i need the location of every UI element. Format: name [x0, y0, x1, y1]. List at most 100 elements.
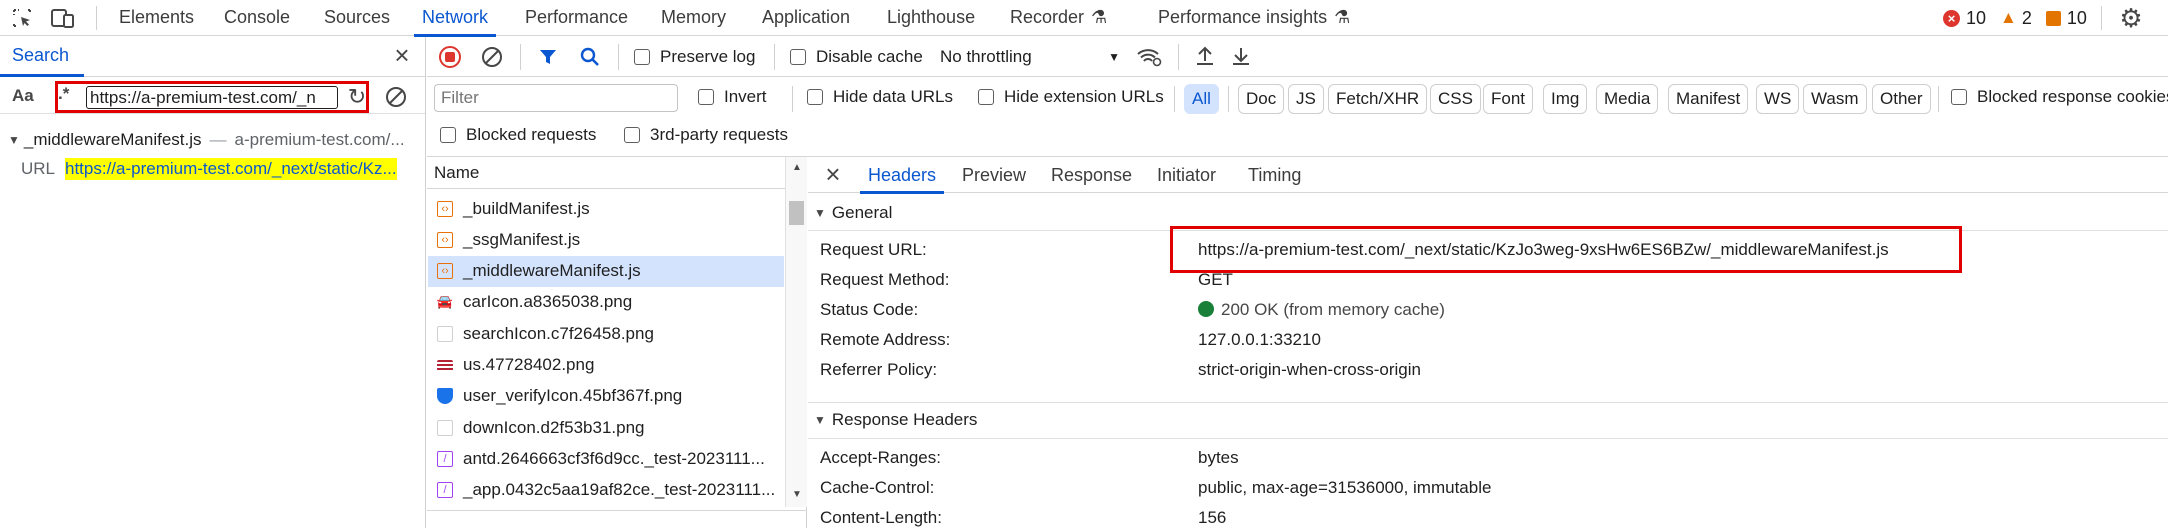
request-row[interactable]: downIcon.d2f53b31.png — [428, 412, 784, 443]
tab-performance-insights-label: Performance insights — [1158, 7, 1328, 27]
settings-gear-icon[interactable]: ⚙ — [2118, 3, 2144, 33]
request-row[interactable]: ‹› _middlewareManifest.js — [428, 255, 784, 287]
throttling-select[interactable]: No throttling ▼ — [940, 47, 1120, 67]
result-separator: — — [209, 130, 227, 149]
request-row[interactable]: searchIcon.c7f26458.png — [428, 318, 784, 349]
request-name: carIcon.a8365038.png — [463, 292, 633, 312]
search-panel-title[interactable]: Search — [12, 45, 69, 66]
tab-initiator[interactable]: Initiator — [1157, 157, 1216, 193]
tab-memory[interactable]: Memory — [661, 0, 726, 36]
tab-elements[interactable]: Elements — [119, 0, 194, 36]
tab-application[interactable]: Application — [762, 0, 850, 36]
request-row[interactable]: / _app.0432c5aa19af82ce._test-2023111... — [428, 475, 784, 506]
scroll-down-icon[interactable]: ▼ — [792, 489, 802, 500]
divider — [2101, 6, 2102, 30]
tab-sources[interactable]: Sources — [324, 0, 390, 36]
stop-recording-icon[interactable] — [438, 45, 462, 69]
filter-img[interactable]: Img — [1543, 84, 1588, 114]
filter-all[interactable]: All — [1184, 84, 1219, 114]
request-row[interactable]: us.47728402.png — [428, 350, 784, 381]
request-list-scrollbar[interactable]: ▲ ▼ — [785, 157, 807, 507]
filter-js[interactable]: JS — [1288, 84, 1324, 114]
invert-checkbox[interactable]: Invert — [698, 87, 767, 107]
search-icon[interactable] — [578, 45, 602, 69]
status-ok-icon — [1198, 301, 1214, 317]
request-list-header[interactable]: Name — [427, 157, 785, 189]
response-headers-header-bg — [808, 403, 2168, 439]
request-row[interactable]: / antd.2646663cf3f6d9cc._test-2023111... — [428, 443, 784, 474]
tab-preview[interactable]: Preview — [962, 157, 1026, 193]
checkbox-box — [440, 127, 456, 143]
tab-headers[interactable]: Headers — [859, 157, 945, 194]
close-details-icon[interactable]: × — [822, 159, 844, 189]
request-row[interactable]: 🚘 carIcon.a8365038.png — [428, 287, 784, 318]
scrollbar-thumb[interactable] — [789, 201, 804, 225]
issue-counters[interactable]: × 10 ▲ 2 10 — [1943, 7, 2087, 29]
status-code-value: 200 OK (from memory cache) — [1198, 300, 1445, 320]
blank-image-icon — [437, 325, 453, 342]
blocked-requests-checkbox[interactable]: Blocked requests — [440, 125, 596, 145]
general-header-value: GET — [1198, 270, 1233, 289]
request-row[interactable]: ‹› _buildManifest.js — [428, 193, 784, 224]
divider — [520, 44, 521, 70]
throttling-value: No throttling — [940, 47, 1032, 66]
filter-other[interactable]: Other — [1872, 84, 1931, 114]
tab-network[interactable]: Network — [413, 0, 497, 37]
filter-icon[interactable] — [536, 45, 560, 69]
tab-response[interactable]: Response — [1051, 157, 1132, 193]
divider — [774, 44, 775, 70]
filter-font[interactable]: Font — [1483, 84, 1534, 114]
filter-ws[interactable]: WS — [1756, 84, 1800, 114]
clear-icon[interactable] — [384, 85, 408, 109]
hide-extension-urls-checkbox[interactable]: Hide extension URLs — [978, 87, 1164, 107]
scroll-up-icon[interactable]: ▲ — [792, 162, 802, 173]
request-row[interactable]: user_verifyIcon.45bf367f.png — [428, 381, 784, 412]
match-case-toggle[interactable]: Aa — [12, 86, 34, 106]
tab-performance-insights[interactable]: Performance insights ⚗ — [1158, 0, 1350, 36]
tab-lighthouse[interactable]: Lighthouse — [887, 0, 975, 36]
checkbox-box — [978, 89, 994, 105]
network-conditions-icon[interactable] — [1136, 45, 1162, 69]
refresh-icon[interactable]: ↻ — [346, 84, 368, 109]
divider — [96, 6, 97, 30]
preserve-log-checkbox[interactable]: Preserve log — [634, 47, 755, 67]
blocked-response-cookies-checkbox[interactable]: Blocked response cookies — [1951, 87, 2168, 107]
filter-fetch-xhr[interactable]: Fetch/XHR — [1328, 84, 1428, 114]
hide-data-urls-checkbox[interactable]: Hide data URLs — [807, 87, 953, 107]
disable-cache-checkbox[interactable]: Disable cache — [790, 47, 923, 67]
response-headers-title: Response Headers — [831, 410, 978, 429]
filter-media[interactable]: Media — [1596, 84, 1659, 114]
response-headers-section-header[interactable]: ▼ Response Headers — [814, 410, 977, 430]
close-icon[interactable]: × — [390, 40, 414, 70]
general-section-header[interactable]: ▼ General — [814, 203, 892, 223]
request-row[interactable]: ‹› _ssgManifest.js — [428, 224, 784, 255]
tab-timing[interactable]: Timing — [1248, 157, 1301, 193]
checkbox-box — [790, 49, 806, 65]
search-query-input[interactable] — [86, 86, 338, 109]
filter-css[interactable]: CSS — [1430, 84, 1481, 114]
filter-input[interactable] — [434, 84, 678, 112]
device-toolbar-icon[interactable] — [50, 6, 76, 30]
search-options-row: Aa .* ↻ — [0, 78, 425, 114]
triangle-down-icon: ▼ — [814, 206, 826, 220]
import-har-icon[interactable] — [1193, 44, 1217, 68]
third-party-requests-checkbox[interactable]: 3rd-party requests — [624, 125, 788, 145]
export-har-icon[interactable] — [1229, 44, 1253, 68]
tab-console[interactable]: Console — [224, 0, 290, 36]
clear-log-icon[interactable] — [480, 45, 504, 69]
search-result-line[interactable]: URL https://a-premium-test.com/_next/sta… — [0, 156, 425, 182]
tab-performance[interactable]: Performance — [525, 0, 628, 36]
warning-count: 2 — [2021, 7, 2032, 28]
general-header-value: 127.0.0.1:33210 — [1198, 330, 1321, 349]
search-result-file[interactable]: ▼ _middlewareManifest.js — a-premium-tes… — [8, 130, 418, 150]
filter-wasm[interactable]: Wasm — [1803, 84, 1867, 114]
filter-manifest[interactable]: Manifest — [1668, 84, 1749, 114]
tab-recorder[interactable]: Recorder ⚗ — [1010, 0, 1107, 36]
filter-doc[interactable]: Doc — [1238, 84, 1285, 114]
issue-icon — [2045, 10, 2061, 26]
checkbox-box — [634, 49, 650, 65]
divider — [808, 438, 2168, 439]
result-file-host: a-premium-test.com/... — [234, 130, 405, 149]
inspect-element-icon[interactable] — [10, 6, 34, 30]
divider — [1178, 44, 1179, 70]
